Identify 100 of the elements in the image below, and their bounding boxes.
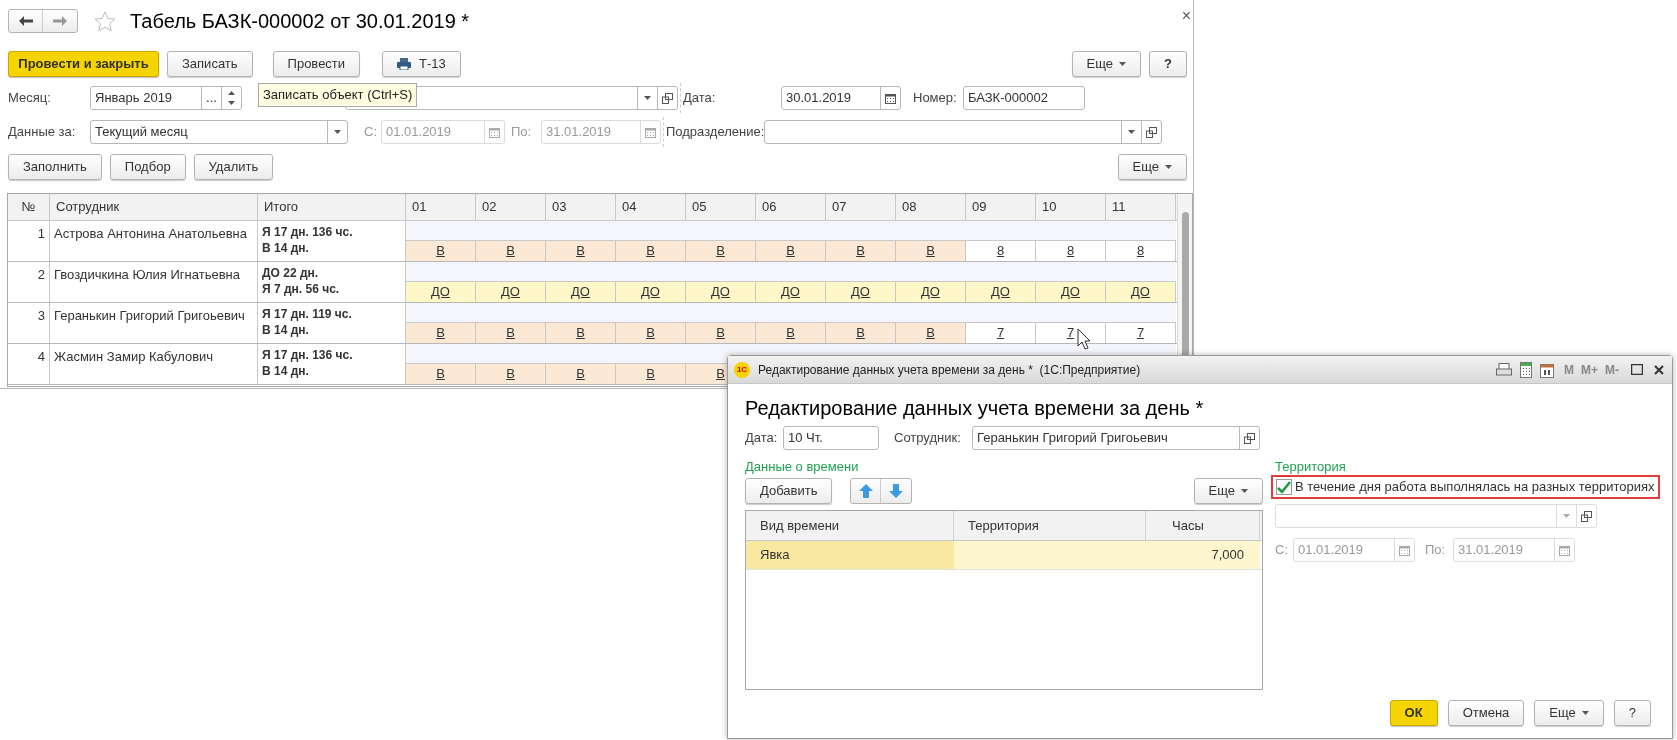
day-cell[interactable]: В bbox=[546, 323, 616, 343]
day-cell[interactable]: ДО bbox=[406, 282, 476, 302]
day-cell[interactable]: ДО bbox=[616, 282, 686, 302]
table-cell[interactable] bbox=[954, 541, 1146, 569]
column-header[interactable]: 05 bbox=[686, 194, 756, 220]
day-cell[interactable]: В bbox=[546, 364, 616, 384]
day-cell[interactable]: В bbox=[896, 323, 966, 343]
column-header[interactable]: Сотрудник bbox=[50, 194, 258, 220]
add-button[interactable]: Добавить bbox=[745, 478, 833, 504]
day-cell[interactable]: В bbox=[686, 241, 756, 261]
day-cell[interactable]: В bbox=[756, 323, 826, 343]
more-button[interactable]: Еще bbox=[1071, 51, 1142, 77]
table-button[interactable]: Удалить bbox=[193, 154, 274, 180]
day-cell[interactable] bbox=[406, 221, 1176, 241]
column-header[interactable]: 01 bbox=[406, 194, 476, 220]
day-cell[interactable]: В bbox=[756, 241, 826, 261]
maximize-button[interactable] bbox=[1630, 362, 1644, 377]
field-label: Сотрудник: bbox=[894, 429, 962, 448]
date-field[interactable]: 10 Чт. bbox=[783, 426, 879, 450]
day-cell[interactable]: В bbox=[826, 241, 896, 261]
day-cell[interactable]: ДО bbox=[756, 282, 826, 302]
column-header[interactable]: Вид времени bbox=[746, 511, 954, 540]
calculator-icon bbox=[1520, 361, 1532, 378]
day-cell[interactable]: В bbox=[546, 241, 616, 261]
employee-name[interactable]: Гвоздичкина Юлия Игнатьевна bbox=[50, 262, 258, 302]
column-header[interactable]: № bbox=[8, 194, 50, 220]
day-cell[interactable]: В bbox=[406, 241, 476, 261]
more-button[interactable]: Еще bbox=[1534, 700, 1604, 726]
table-button[interactable]: Заполнить bbox=[8, 154, 102, 180]
more-button[interactable]: Еще bbox=[1117, 154, 1187, 180]
post-and-close-button[interactable]: Провести и закрыть bbox=[8, 51, 159, 77]
day-cell[interactable]: В bbox=[476, 323, 546, 343]
checkbox-label: В течение дня работа выполнялась на разных территориях bbox=[1295, 478, 1655, 497]
toolbar-button[interactable]: Записать bbox=[167, 51, 253, 77]
printer-icon bbox=[1496, 362, 1512, 377]
day-cell[interactable]: ДО bbox=[686, 282, 756, 302]
close-button[interactable]: × bbox=[1181, 8, 1191, 24]
column-header[interactable]: 04 bbox=[616, 194, 686, 220]
territory-field[interactable] bbox=[1275, 504, 1597, 528]
day-cell[interactable]: В bbox=[476, 241, 546, 261]
period-field[interactable]: Текущий месяц bbox=[90, 120, 348, 144]
day-cell[interactable]: В bbox=[896, 241, 966, 261]
column-header[interactable]: 11 bbox=[1106, 194, 1176, 220]
help-button[interactable]: ? bbox=[1149, 51, 1187, 77]
day-cell[interactable]: В bbox=[406, 364, 476, 384]
day-cell[interactable]: ДО bbox=[826, 282, 896, 302]
day-cell[interactable]: ДО bbox=[1036, 282, 1106, 302]
toolbar-button[interactable]: Провести bbox=[272, 51, 361, 77]
day-cell[interactable]: В bbox=[406, 323, 476, 343]
day-cell[interactable] bbox=[406, 262, 1176, 282]
column-header[interactable]: 10 bbox=[1036, 194, 1106, 220]
calendar-icon bbox=[645, 126, 656, 138]
column-header[interactable]: 09 bbox=[966, 194, 1036, 220]
date-field[interactable]: 30.01.2019 bbox=[781, 86, 901, 110]
field-label: Дата: bbox=[745, 429, 779, 448]
totals-text: В 14 дн. bbox=[262, 322, 310, 338]
column-header[interactable]: 08 bbox=[896, 194, 966, 220]
star-icon[interactable] bbox=[94, 10, 116, 32]
number-field[interactable]: БАЗК-000002 bbox=[963, 86, 1085, 110]
close-button[interactable] bbox=[1652, 362, 1666, 377]
field-label: Месяц: bbox=[8, 89, 52, 108]
column-header[interactable]: Часы bbox=[1146, 511, 1260, 540]
tooltip: Записать объект (Ctrl+S) bbox=[258, 83, 418, 107]
choice-button[interactable]: ... bbox=[201, 87, 221, 109]
day-cell[interactable]: ДО bbox=[546, 282, 616, 302]
employee-name[interactable]: Геранькин Григорий Григоьевич bbox=[50, 303, 258, 343]
day-cell[interactable]: В bbox=[616, 323, 686, 343]
column-header[interactable]: Территория bbox=[954, 511, 1146, 540]
column-header[interactable]: 06 bbox=[756, 194, 826, 220]
employee-field[interactable]: Геранькин Григорий Григоьевич bbox=[972, 426, 1260, 450]
table-cell[interactable]: 7,000 bbox=[1146, 541, 1260, 569]
day-cell[interactable]: ДО bbox=[966, 282, 1036, 302]
print-button[interactable]: Т-13 bbox=[382, 51, 461, 77]
dialog-caption: Редактирование данных учета времени за день * (1С:Предприятие) bbox=[758, 361, 1141, 379]
day-cell[interactable] bbox=[406, 303, 1176, 323]
day-cell[interactable]: ДО bbox=[476, 282, 546, 302]
day-cell[interactable]: ДО bbox=[896, 282, 966, 302]
department-field[interactable] bbox=[764, 120, 1162, 144]
table-button[interactable]: Подбор bbox=[109, 154, 186, 180]
day-cell[interactable]: В bbox=[616, 241, 686, 261]
day-cell[interactable]: В bbox=[826, 323, 896, 343]
day-cell[interactable]: В bbox=[476, 364, 546, 384]
more-button[interactable]: Еще bbox=[1193, 478, 1263, 504]
day-cell[interactable]: ДО bbox=[1106, 282, 1176, 302]
column-header[interactable]: 03 bbox=[546, 194, 616, 220]
table-cell[interactable]: Явка bbox=[746, 541, 954, 569]
day-cell[interactable]: В bbox=[616, 364, 686, 384]
employee-name[interactable]: Жасмин Замир Кабулович bbox=[50, 344, 258, 384]
dialog-button[interactable]: Отмена bbox=[1447, 700, 1525, 726]
ok-button[interactable]: ОК bbox=[1389, 700, 1438, 726]
employee-name[interactable]: Астрова Антонина Анатольевна bbox=[50, 221, 258, 261]
open-icon bbox=[1581, 510, 1592, 522]
column-header[interactable]: 02 bbox=[476, 194, 546, 220]
column-header[interactable]: Итого bbox=[258, 194, 406, 220]
dialog-button[interactable]: ? bbox=[1613, 700, 1651, 726]
day-cell[interactable]: В bbox=[686, 323, 756, 343]
column-header[interactable]: 07 bbox=[826, 194, 896, 220]
month-field[interactable]: Январь 2019 ... bbox=[90, 86, 242, 110]
dropdown-icon bbox=[1128, 130, 1135, 134]
checkbox[interactable] bbox=[1276, 479, 1292, 495]
